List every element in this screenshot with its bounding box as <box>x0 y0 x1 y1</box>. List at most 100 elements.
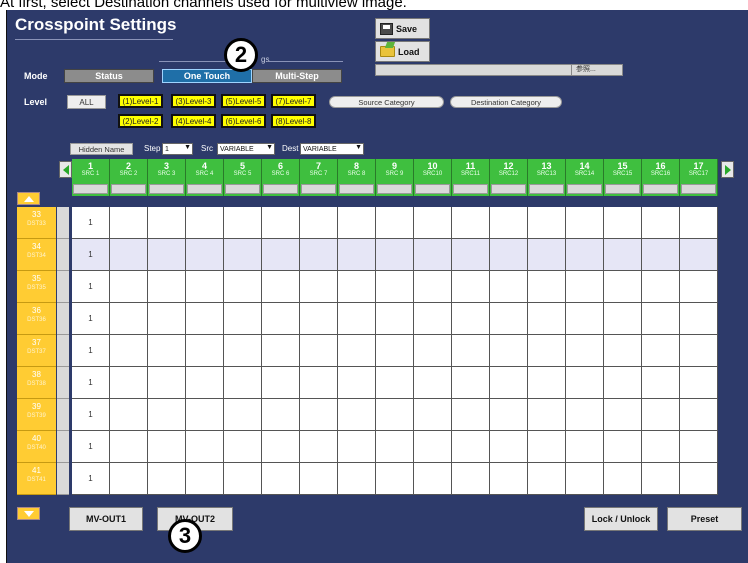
crosspoint-cell[interactable]: 1 <box>72 271 110 303</box>
crosspoint-cell[interactable] <box>110 271 148 303</box>
crosspoint-cell[interactable] <box>148 431 186 463</box>
crosspoint-cell[interactable] <box>262 207 300 239</box>
hidden-name-button[interactable]: Hidden Name <box>70 143 133 155</box>
crosspoint-cell[interactable] <box>224 271 262 303</box>
crosspoint-cell[interactable] <box>224 399 262 431</box>
crosspoint-cell[interactable] <box>604 303 642 335</box>
crosspoint-cell[interactable] <box>300 399 338 431</box>
crosspoint-cell[interactable] <box>224 367 262 399</box>
crosspoint-cell[interactable] <box>148 239 186 271</box>
crosspoint-cell[interactable] <box>604 367 642 399</box>
crosspoint-cell[interactable] <box>376 463 414 495</box>
crosspoint-cell[interactable] <box>224 431 262 463</box>
crosspoint-cell[interactable]: 1 <box>72 335 110 367</box>
level-all-button[interactable]: ALL <box>67 95 106 109</box>
crosspoint-cell[interactable] <box>680 431 718 463</box>
crosspoint-cell[interactable] <box>490 239 528 271</box>
crosspoint-cell[interactable] <box>338 431 376 463</box>
load-button[interactable]: Load <box>375 41 430 62</box>
crosspoint-cell[interactable] <box>338 271 376 303</box>
level-8-button[interactable]: (8)Level-8 <box>271 114 316 128</box>
crosspoint-cell[interactable] <box>642 367 680 399</box>
source-column-header[interactable]: 13 SRC13 <box>528 159 566 196</box>
crosspoint-cell[interactable] <box>414 303 452 335</box>
crosspoint-cell[interactable] <box>224 207 262 239</box>
crosspoint-cell[interactable] <box>414 463 452 495</box>
crosspoint-cell[interactable] <box>642 207 680 239</box>
crosspoint-cell[interactable] <box>300 271 338 303</box>
crosspoint-cell[interactable] <box>262 399 300 431</box>
crosspoint-cell[interactable] <box>490 271 528 303</box>
crosspoint-cell[interactable] <box>528 367 566 399</box>
crosspoint-cell[interactable] <box>376 271 414 303</box>
file-path-field[interactable]: 参照... <box>375 64 623 76</box>
crosspoint-cell[interactable] <box>376 335 414 367</box>
source-column-header[interactable]: 16 SRC16 <box>642 159 680 196</box>
crosspoint-cell[interactable] <box>224 335 262 367</box>
crosspoint-cell[interactable] <box>566 367 604 399</box>
crosspoint-cell[interactable] <box>300 239 338 271</box>
crosspoint-cell[interactable] <box>148 463 186 495</box>
crosspoint-cell[interactable] <box>110 367 148 399</box>
crosspoint-cell[interactable] <box>642 239 680 271</box>
crosspoint-cell[interactable] <box>338 367 376 399</box>
crosspoint-cell[interactable] <box>642 303 680 335</box>
crosspoint-cell[interactable] <box>414 271 452 303</box>
crosspoint-cell[interactable] <box>604 399 642 431</box>
crosspoint-cell[interactable] <box>528 431 566 463</box>
destination-row-header[interactable]: 33 DST33 <box>17 207 56 239</box>
crosspoint-cell[interactable] <box>110 207 148 239</box>
crosspoint-cell[interactable] <box>186 463 224 495</box>
crosspoint-cell[interactable] <box>300 463 338 495</box>
source-column-header[interactable]: 6 SRC 6 <box>262 159 300 196</box>
crosspoint-cell[interactable] <box>186 303 224 335</box>
crosspoint-cell[interactable] <box>414 335 452 367</box>
crosspoint-cell[interactable] <box>262 335 300 367</box>
crosspoint-cell[interactable] <box>452 271 490 303</box>
crosspoint-cell[interactable] <box>224 463 262 495</box>
source-column-header[interactable]: 3 SRC 3 <box>148 159 186 196</box>
crosspoint-cell[interactable] <box>566 303 604 335</box>
crosspoint-cell[interactable] <box>338 335 376 367</box>
crosspoint-cell[interactable] <box>300 335 338 367</box>
crosspoint-cell[interactable] <box>566 431 604 463</box>
crosspoint-cell[interactable] <box>680 271 718 303</box>
crosspoint-cell[interactable] <box>490 367 528 399</box>
crosspoint-cell[interactable] <box>262 431 300 463</box>
crosspoint-cell[interactable] <box>680 367 718 399</box>
crosspoint-cell[interactable] <box>186 335 224 367</box>
crosspoint-cell[interactable] <box>680 303 718 335</box>
crosspoint-cell[interactable] <box>452 239 490 271</box>
source-column-header[interactable]: 1 SRC 1 <box>72 159 110 196</box>
crosspoint-cell[interactable] <box>224 239 262 271</box>
crosspoint-cell[interactable] <box>642 399 680 431</box>
dest-select[interactable]: VARIABLE ▼ <box>300 143 364 155</box>
destination-row-header[interactable]: 38 DST38 <box>17 367 56 399</box>
crosspoint-cell[interactable] <box>186 207 224 239</box>
crosspoint-cell[interactable] <box>642 463 680 495</box>
crosspoint-cell[interactable] <box>148 271 186 303</box>
crosspoint-cell[interactable]: 1 <box>72 207 110 239</box>
crosspoint-cell[interactable]: 1 <box>72 239 110 271</box>
crosspoint-cell[interactable] <box>376 431 414 463</box>
mode-multi-step-button[interactable]: Multi-Step <box>252 69 342 83</box>
crosspoint-cell[interactable] <box>566 335 604 367</box>
crosspoint-cell[interactable] <box>110 399 148 431</box>
crosspoint-cell[interactable]: 1 <box>72 399 110 431</box>
crosspoint-cell[interactable] <box>186 399 224 431</box>
destination-row-header[interactable]: 39 DST39 <box>17 399 56 431</box>
crosspoint-cell[interactable] <box>566 239 604 271</box>
crosspoint-cell[interactable] <box>566 399 604 431</box>
mode-status-button[interactable]: Status <box>64 69 154 83</box>
crosspoint-cell[interactable] <box>414 431 452 463</box>
save-button[interactable]: Save <box>375 18 430 39</box>
level-4-button[interactable]: (4)Level-4 <box>171 114 216 128</box>
crosspoint-cell[interactable] <box>262 303 300 335</box>
crosspoint-cell[interactable] <box>376 239 414 271</box>
crosspoint-cell[interactable] <box>604 239 642 271</box>
crosspoint-cell[interactable] <box>376 303 414 335</box>
crosspoint-cell[interactable] <box>262 239 300 271</box>
destination-row-header[interactable]: 41 DST41 <box>17 463 56 495</box>
crosspoint-cell[interactable] <box>148 303 186 335</box>
crosspoint-cell[interactable] <box>490 463 528 495</box>
